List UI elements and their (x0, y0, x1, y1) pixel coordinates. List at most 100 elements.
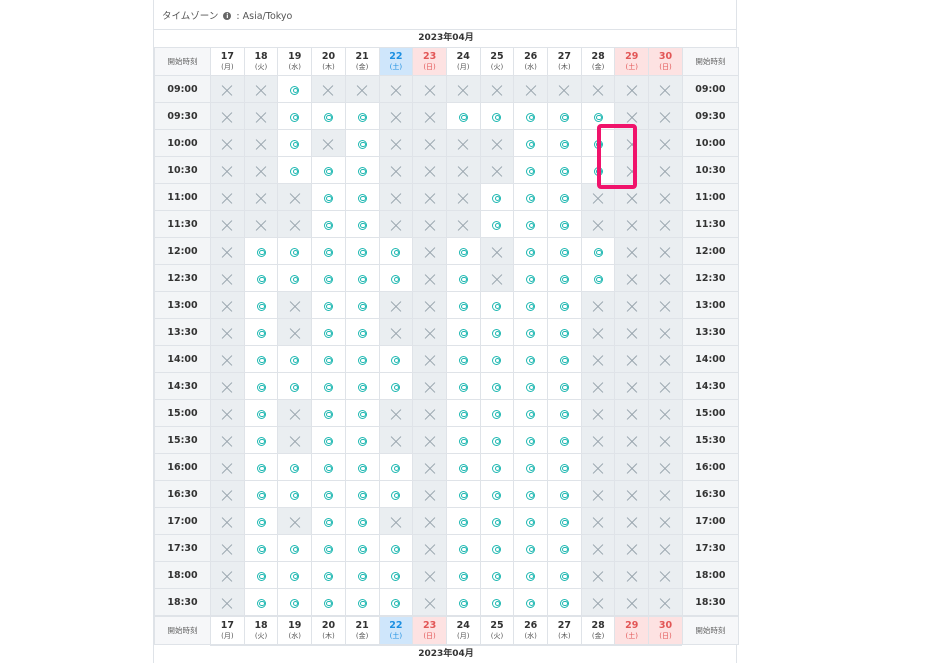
slot-27-1600[interactable] (547, 453, 582, 481)
slot-27-1000[interactable] (547, 129, 582, 157)
slot-19-1800[interactable] (277, 561, 313, 589)
slot-24-1730[interactable] (445, 534, 481, 562)
slot-26-1130[interactable] (513, 210, 549, 238)
slot-25-1330[interactable] (479, 318, 515, 346)
slot-26-1500[interactable] (513, 399, 549, 427)
slot-19-0930[interactable] (277, 102, 313, 130)
slot-27-1500[interactable] (547, 399, 582, 427)
slot-21-1400[interactable] (344, 345, 380, 373)
slot-18-1400[interactable] (243, 345, 279, 373)
slot-26-1800[interactable] (513, 561, 549, 589)
slot-26-1530[interactable] (513, 426, 549, 454)
slot-21-1230[interactable] (344, 264, 380, 292)
slot-20-1300[interactable] (311, 291, 346, 319)
slot-27-1400[interactable] (547, 345, 582, 373)
slot-27-1800[interactable] (547, 561, 582, 589)
slot-20-1030[interactable] (311, 156, 346, 184)
slot-28-1200[interactable] (580, 237, 616, 265)
slot-26-1400[interactable] (513, 345, 549, 373)
slot-21-1700[interactable] (344, 507, 380, 535)
slot-19-1730[interactable] (277, 534, 313, 562)
slot-27-1630[interactable] (547, 480, 582, 508)
slot-28-1000[interactable] (580, 129, 616, 157)
slot-21-1730[interactable] (344, 534, 380, 562)
slot-24-1300[interactable] (445, 291, 481, 319)
slot-21-0930[interactable] (344, 102, 380, 130)
slot-26-1330[interactable] (513, 318, 549, 346)
slot-19-0900[interactable] (277, 75, 313, 103)
slot-25-0930[interactable] (479, 102, 515, 130)
slot-24-1600[interactable] (445, 453, 481, 481)
slot-21-1030[interactable] (344, 156, 380, 184)
slot-24-1430[interactable] (445, 372, 481, 400)
slot-18-1830[interactable] (243, 588, 279, 616)
slot-18-1730[interactable] (243, 534, 279, 562)
slot-25-1530[interactable] (479, 426, 515, 454)
slot-27-1830[interactable] (547, 588, 582, 616)
slot-19-1630[interactable] (277, 480, 313, 508)
slot-22-1230[interactable] (378, 264, 414, 292)
slot-20-1730[interactable] (311, 534, 346, 562)
slot-27-1300[interactable] (547, 291, 582, 319)
slot-19-1030[interactable] (277, 156, 313, 184)
slot-22-1800[interactable] (378, 561, 414, 589)
slot-24-1330[interactable] (445, 318, 481, 346)
slot-25-1700[interactable] (479, 507, 515, 535)
slot-18-1530[interactable] (243, 426, 279, 454)
slot-25-1400[interactable] (479, 345, 515, 373)
slot-20-1500[interactable] (311, 399, 346, 427)
slot-25-1600[interactable] (479, 453, 515, 481)
slot-22-1600[interactable] (378, 453, 414, 481)
slot-20-1330[interactable] (311, 318, 346, 346)
slot-21-1300[interactable] (344, 291, 380, 319)
slot-25-1430[interactable] (479, 372, 515, 400)
slot-18-1630[interactable] (243, 480, 279, 508)
slot-21-1530[interactable] (344, 426, 380, 454)
slot-21-1430[interactable] (344, 372, 380, 400)
slot-20-1400[interactable] (311, 345, 346, 373)
slot-21-1800[interactable] (344, 561, 380, 589)
slot-24-1200[interactable] (445, 237, 481, 265)
slot-26-1100[interactable] (513, 183, 549, 211)
slot-21-1330[interactable] (344, 318, 380, 346)
slot-24-1830[interactable] (445, 588, 481, 616)
slot-18-1500[interactable] (243, 399, 279, 427)
slot-18-1200[interactable] (243, 237, 279, 265)
slot-28-1030[interactable] (580, 156, 616, 184)
slot-18-1300[interactable] (243, 291, 279, 319)
slot-18-1600[interactable] (243, 453, 279, 481)
slot-26-1300[interactable] (513, 291, 549, 319)
slot-26-1200[interactable] (513, 237, 549, 265)
slot-24-1500[interactable] (445, 399, 481, 427)
slot-21-1100[interactable] (344, 183, 380, 211)
slot-27-1200[interactable] (547, 237, 582, 265)
slot-22-1830[interactable] (378, 588, 414, 616)
slot-25-1500[interactable] (479, 399, 515, 427)
slot-18-1700[interactable] (243, 507, 279, 535)
slot-26-1830[interactable] (513, 588, 549, 616)
slot-22-1630[interactable] (378, 480, 414, 508)
slot-27-1230[interactable] (547, 264, 582, 292)
slot-22-1200[interactable] (378, 237, 414, 265)
slot-19-1000[interactable] (277, 129, 313, 157)
slot-27-1330[interactable] (547, 318, 582, 346)
slot-27-1100[interactable] (547, 183, 582, 211)
slot-24-1630[interactable] (445, 480, 481, 508)
slot-19-1430[interactable] (277, 372, 313, 400)
slot-20-1830[interactable] (311, 588, 346, 616)
slot-22-1400[interactable] (378, 345, 414, 373)
slot-20-1700[interactable] (311, 507, 346, 535)
slot-24-0930[interactable] (445, 102, 481, 130)
slot-22-1730[interactable] (378, 534, 414, 562)
slot-24-1400[interactable] (445, 345, 481, 373)
slot-20-1630[interactable] (311, 480, 346, 508)
slot-20-1800[interactable] (311, 561, 346, 589)
info-icon[interactable]: i (223, 12, 232, 20)
slot-21-1130[interactable] (344, 210, 380, 238)
slot-26-1030[interactable] (513, 156, 549, 184)
slot-24-1230[interactable] (445, 264, 481, 292)
slot-27-1430[interactable] (547, 372, 582, 400)
slot-20-1200[interactable] (311, 237, 346, 265)
slot-26-1730[interactable] (513, 534, 549, 562)
slot-26-1700[interactable] (513, 507, 549, 535)
